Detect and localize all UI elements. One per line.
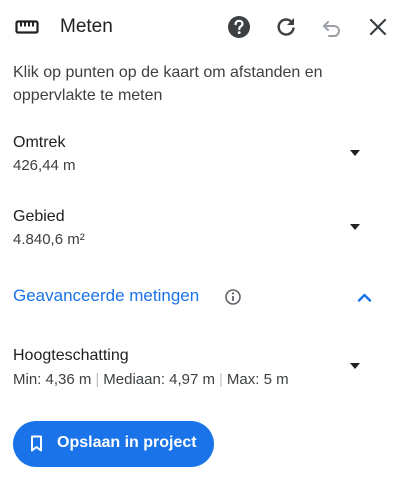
height-estimate-row[interactable]: Hoogteschatting Min: 4,36 m | Mediaan: 4,9… bbox=[0, 345, 400, 395]
instructions-text: Klik op punten op de kaart om afstanden … bbox=[13, 64, 323, 104]
perimeter-label: Omtrek bbox=[13, 134, 66, 151]
undo-icon[interactable] bbox=[319, 14, 345, 40]
height-estimate-values: Min: 4,36 m | Mediaan: 4,97 m | Max: 5 m bbox=[13, 371, 289, 388]
help-icon[interactable] bbox=[226, 14, 252, 40]
dropdown-caret-icon[interactable] bbox=[349, 362, 361, 370]
advanced-measurements-label: Geavanceerde metingen bbox=[13, 286, 200, 305]
close-icon[interactable] bbox=[365, 14, 391, 40]
dropdown-caret-icon[interactable] bbox=[349, 223, 361, 231]
height-median: Mediaan: 4,97 m bbox=[103, 371, 216, 388]
ruler-icon bbox=[15, 20, 39, 34]
perimeter-value: 426,44 m bbox=[13, 157, 76, 174]
refresh-icon[interactable] bbox=[273, 14, 299, 40]
info-icon[interactable] bbox=[224, 288, 242, 306]
advanced-measurements-toggle[interactable]: Geavanceerde metingen bbox=[0, 282, 400, 312]
separator: | bbox=[219, 371, 223, 388]
perimeter-row[interactable]: Omtrek 426,44 m bbox=[0, 132, 400, 182]
header: Meten bbox=[0, 0, 400, 56]
bookmark-icon bbox=[31, 435, 42, 452]
area-label: Gebied bbox=[13, 208, 65, 225]
save-to-project-button[interactable]: Opslaan in project bbox=[13, 421, 214, 467]
height-estimate-label: Hoogteschatting bbox=[13, 347, 129, 364]
height-max: Max: 5 m bbox=[226, 371, 289, 388]
height-min: Min: 4,36 m bbox=[13, 371, 92, 388]
area-row[interactable]: Gebied 4.840,6 m² bbox=[0, 206, 400, 256]
chevron-up-icon[interactable] bbox=[357, 292, 372, 302]
dropdown-caret-icon[interactable] bbox=[349, 149, 361, 157]
save-to-project-label: Opslaan in project bbox=[57, 434, 197, 451]
area-value: 4.840,6 m² bbox=[13, 231, 85, 248]
page-title: Meten bbox=[60, 16, 113, 37]
separator: | bbox=[95, 371, 100, 388]
